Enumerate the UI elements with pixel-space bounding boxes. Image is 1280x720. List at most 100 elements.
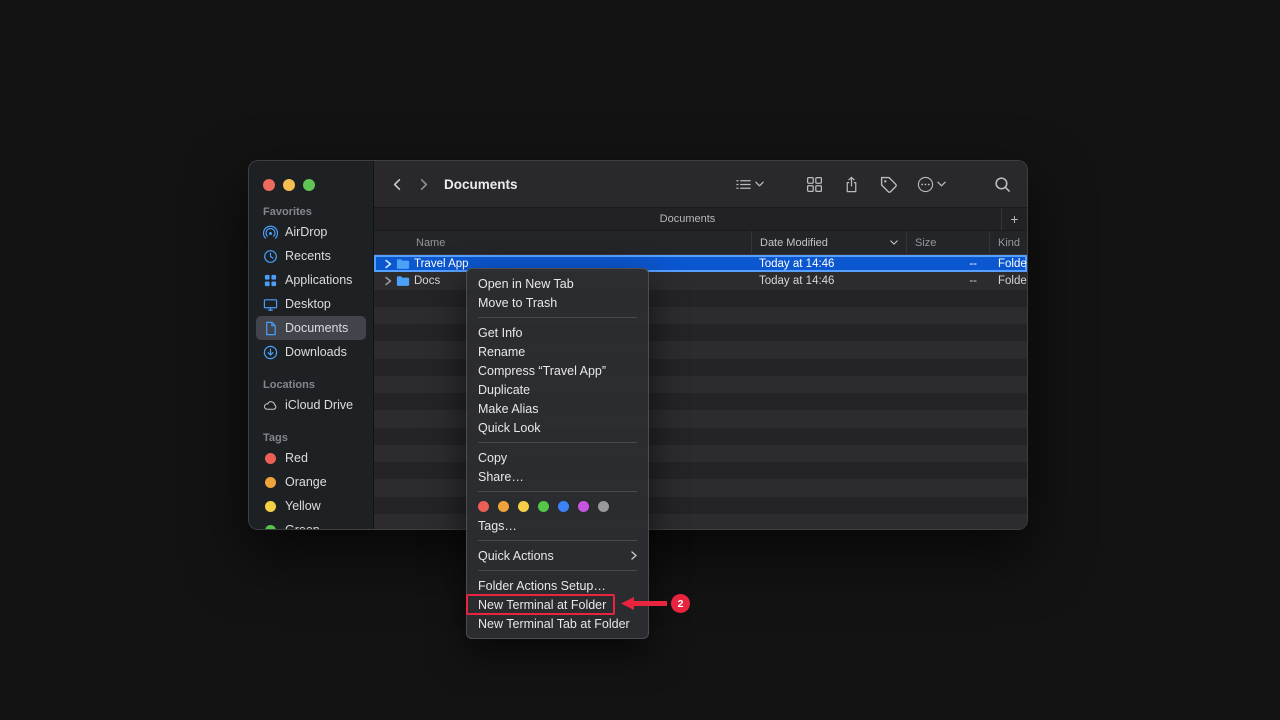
minimize-button[interactable] [283,179,295,191]
disclosure-chevron-icon[interactable] [384,259,392,269]
tag-green-dot-icon [263,523,278,531]
sidebar-section-title-tags: Tags [263,432,373,444]
menu-item-new-terminal-tab-at-folder[interactable]: New Terminal Tab at Folder [467,614,648,633]
file-name-label: Travel App [414,258,469,270]
sidebar-item-yellow[interactable]: Yellow [256,494,366,518]
menu-item-share[interactable]: Share… [467,467,648,486]
new-tab-button[interactable]: + [1001,208,1027,230]
airdrop-icon [263,225,278,240]
window-controls [249,161,373,191]
tab-label: Documents [660,213,716,225]
sort-chevron-icon [890,240,898,245]
tag-color-dot[interactable] [578,501,589,512]
sidebar-item-airdrop[interactable]: AirDrop [256,220,366,244]
sidebar-item-label: Applications [285,273,352,287]
menu-separator [478,570,637,571]
tag-color-dot[interactable] [558,501,569,512]
menu-item-make-alias[interactable]: Make Alias [467,399,648,418]
menu-item-open-in-new-tab[interactable]: Open in New Tab [467,274,648,293]
menu-item-label: Quick Look [478,421,541,435]
menu-item-label: Duplicate [478,383,530,397]
sidebar-item-icloud-drive[interactable]: iCloud Drive [256,393,366,417]
menu-tag-colors [467,497,648,516]
toolbar-more-options-button[interactable] [917,176,946,193]
sidebar-item-label: iCloud Drive [285,398,353,412]
window-title: Documents [444,177,518,192]
more-icon [917,176,934,193]
toolbar-search-button[interactable] [994,176,1011,193]
column-header-name[interactable]: Name [374,231,751,254]
disclosure-chevron-icon[interactable] [384,276,392,286]
menu-item-compress-travel-app[interactable]: Compress “Travel App” [467,361,648,380]
date-modified-cell: Today at 14:46 [751,258,906,270]
tag-icon [880,176,897,193]
menu-item-quick-look[interactable]: Quick Look [467,418,648,437]
toolbar-buttons [735,176,1011,193]
back-button[interactable] [384,171,410,197]
toolbar-tags-button[interactable] [880,176,897,193]
menu-separator [478,491,637,492]
sidebar-item-label: Red [285,451,308,465]
column-header-kind[interactable]: Kind [989,231,1027,254]
column-header-size[interactable]: Size [906,231,989,254]
kind-cell: Folder [989,258,1027,270]
menu-item-folder-actions-setup[interactable]: Folder Actions Setup… [467,576,648,595]
sidebar-item-downloads[interactable]: Downloads [256,340,366,364]
tag-color-dot[interactable] [478,501,489,512]
menu-separator [478,442,637,443]
tag-color-dot[interactable] [538,501,549,512]
tag-red-dot-icon [263,451,278,466]
tag-color-dot[interactable] [518,501,529,512]
desktop-icon [263,297,278,312]
sidebar-item-desktop[interactable]: Desktop [256,292,366,316]
column-header-date-modified[interactable]: Date Modified [751,231,906,254]
recents-icon [263,249,278,264]
menu-item-label: Rename [478,345,525,359]
folder-icon [396,258,410,270]
sidebar-item-applications[interactable]: Applications [256,268,366,292]
list-view-icon [735,176,752,193]
zoom-button[interactable] [303,179,315,191]
sidebar-item-label: Green [285,523,320,530]
menu-item-label: Quick Actions [478,549,554,563]
sidebar-item-label: Documents [285,321,348,335]
column-header-label: Date Modified [760,237,828,249]
menu-item-label: Get Info [478,326,522,340]
sidebar-item-documents[interactable]: Documents [256,316,366,340]
date-modified-cell: Today at 14:46 [751,275,906,287]
sidebar-item-label: Recents [285,249,331,263]
sidebar-item-label: Orange [285,475,327,489]
column-header-label: Name [416,237,445,249]
tag-color-dot[interactable] [498,501,509,512]
tab-documents[interactable]: Documents [374,208,1001,230]
sidebar-item-green[interactable]: Green [256,518,366,530]
search-icon [994,176,1011,193]
menu-item-label: Make Alias [478,402,538,416]
toolbar-view-picker-button[interactable] [735,176,764,193]
column-header-label: Kind [998,237,1020,249]
tag-orange-dot-icon [263,475,278,490]
sidebar-item-label: AirDrop [285,225,327,239]
tag-color-dot[interactable] [598,501,609,512]
sidebar-item-recents[interactable]: Recents [256,244,366,268]
file-name-label: Docs [414,275,440,287]
toolbar-share-button[interactable] [843,176,860,193]
close-button[interactable] [263,179,275,191]
chevron-down-icon [755,181,764,187]
forward-button[interactable] [410,171,436,197]
menu-item-quick-actions[interactable]: Quick Actions [467,546,648,565]
menu-item-copy[interactable]: Copy [467,448,648,467]
toolbar-group-button[interactable] [806,176,823,193]
menu-item-move-to-trash[interactable]: Move to Trash [467,293,648,312]
menu-item-label: Copy [478,451,507,465]
menu-item-duplicate[interactable]: Duplicate [467,380,648,399]
column-headers: Name Date Modified Size Kind [374,231,1027,255]
menu-item-get-info[interactable]: Get Info [467,323,648,342]
sidebar-item-red[interactable]: Red [256,446,366,470]
downloads-icon [263,345,278,360]
menu-item-rename[interactable]: Rename [467,342,648,361]
sidebar-section-title-favorites: Favorites [263,206,373,218]
sidebar-item-orange[interactable]: Orange [256,470,366,494]
annotation-arrow [621,596,667,611]
menu-item-tags[interactable]: Tags… [467,516,648,535]
